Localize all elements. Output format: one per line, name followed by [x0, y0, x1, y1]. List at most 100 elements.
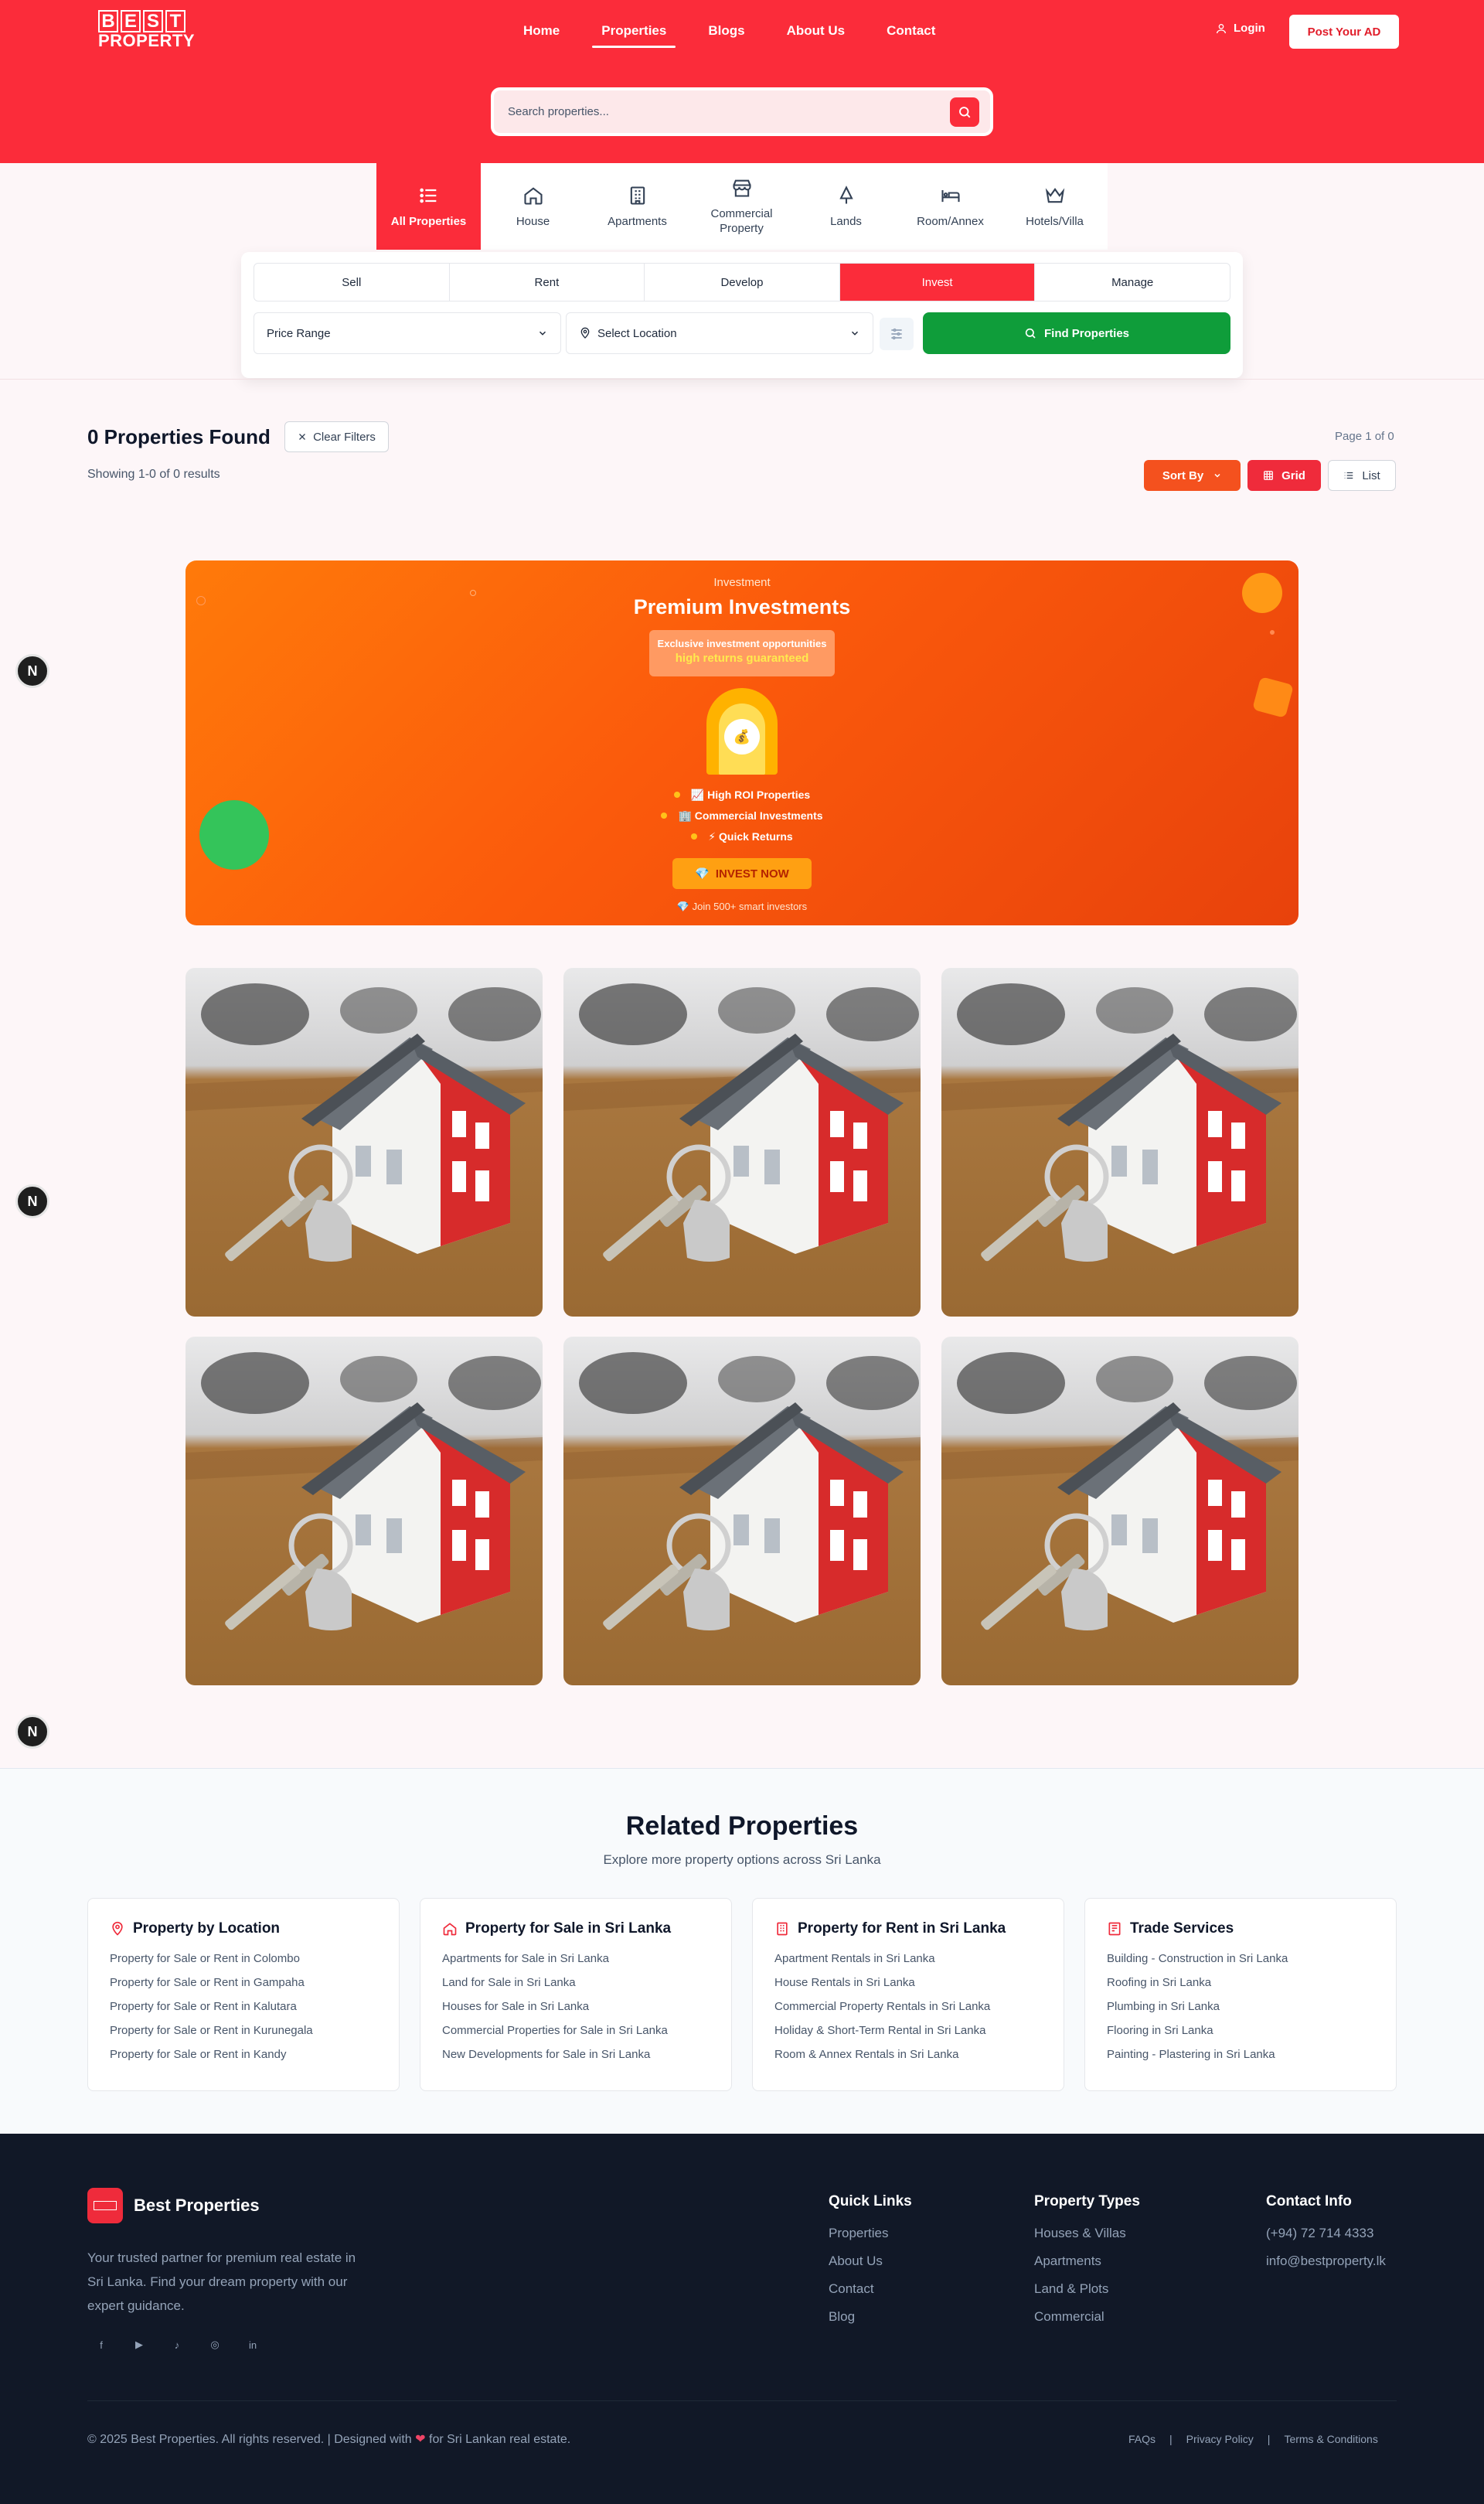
price-range-select[interactable]: Price Range — [254, 312, 561, 354]
related-link[interactable]: Apartments for Sale in Sri Lanka — [442, 1953, 710, 1965]
privacy-policy-link[interactable]: Privacy Policy — [1186, 2433, 1254, 2445]
floating-n-button[interactable]: N — [15, 1715, 49, 1749]
related-link[interactable]: Commercial Properties for Sale in Sri La… — [442, 2025, 710, 2037]
tiktok-icon[interactable]: ♪ — [163, 2331, 191, 2359]
list-view-button[interactable]: List — [1328, 460, 1396, 491]
sort-by-button[interactable]: Sort By — [1144, 460, 1241, 491]
related-link[interactable]: New Developments for Sale in Sri Lanka — [442, 2049, 710, 2061]
category-lands[interactable]: Lands — [794, 163, 898, 250]
search-input[interactable] — [508, 105, 950, 118]
category-label: House — [516, 214, 550, 228]
search-button[interactable] — [950, 97, 979, 127]
intent-develop[interactable]: Develop — [645, 264, 840, 301]
nav-properties[interactable]: Properties — [592, 20, 676, 48]
logo[interactable]: B E S T PROPERTY — [98, 10, 195, 52]
promo-banner[interactable]: Investment Premium Investments Exclusive… — [186, 560, 1298, 925]
related-link[interactable]: Holiday & Short-Term Rental in Sri Lanka — [774, 2025, 1042, 2037]
map-pin-icon — [580, 327, 590, 339]
related-link[interactable]: Apartment Rentals in Sri Lanka — [774, 1953, 1042, 1965]
find-properties-button[interactable]: Find Properties — [923, 312, 1230, 354]
footer-link[interactable]: Apartments — [1034, 2254, 1140, 2269]
related-link[interactable]: Property for Sale or Rent in Kandy — [110, 2049, 377, 2061]
section-divider — [0, 379, 1484, 380]
nav-home[interactable]: Home — [514, 20, 569, 48]
related-link[interactable]: Property for Sale or Rent in Gampaha — [110, 1977, 377, 1989]
terms-link[interactable]: Terms & Conditions — [1284, 2433, 1377, 2445]
footer-logo[interactable]: Best Properties — [87, 2188, 260, 2223]
related-link[interactable]: Plumbing in Sri Lanka — [1107, 2001, 1374, 2013]
related-link[interactable]: Room & Annex Rentals in Sri Lanka — [774, 2049, 1042, 2061]
footer-phone[interactable]: (+94) 72 714 4333 — [1266, 2226, 1386, 2241]
property-card[interactable] — [186, 968, 543, 1317]
floating-n-button[interactable]: N — [15, 654, 49, 688]
related-card-rent: Property for Rent in Sri Lanka Apartment… — [752, 1898, 1064, 2091]
instagram-icon[interactable]: ◎ — [201, 2331, 229, 2359]
facebook-icon[interactable]: f — [87, 2331, 115, 2359]
house-icon — [523, 186, 543, 205]
advanced-filters-button[interactable] — [880, 318, 914, 350]
category-tabs: All Properties House Apartments Commerci… — [376, 163, 1108, 250]
grid-view-button[interactable]: Grid — [1247, 460, 1321, 491]
related-link[interactable]: House Rentals in Sri Lanka — [774, 1977, 1042, 1989]
store-icon — [732, 179, 751, 197]
nav-blogs[interactable]: Blogs — [699, 20, 754, 48]
related-link[interactable]: Commercial Property Rentals in Sri Lanka — [774, 2001, 1042, 2013]
property-card[interactable] — [563, 968, 921, 1317]
category-hotels-villa[interactable]: Hotels/Villa — [1002, 163, 1107, 250]
intent-invest[interactable]: Invest — [839, 264, 1036, 301]
footer-link[interactable]: Commercial — [1034, 2309, 1140, 2325]
property-card[interactable] — [941, 1337, 1298, 1685]
login-link[interactable]: Login — [1215, 22, 1265, 35]
footer-email[interactable]: info@bestproperty.lk — [1266, 2254, 1386, 2269]
footer-link[interactable]: Land & Plots — [1034, 2281, 1140, 2297]
filter-panel: Sell Rent Develop Invest Manage Price Ra… — [241, 252, 1243, 378]
heart-icon: ❤ — [415, 2433, 426, 2446]
footer: Best Properties Your trusted partner for… — [0, 2134, 1484, 2504]
category-all-properties[interactable]: All Properties — [376, 163, 481, 250]
related-link[interactable]: Flooring in Sri Lanka — [1107, 2025, 1374, 2037]
nav-contact[interactable]: Contact — [877, 20, 945, 48]
related-link[interactable]: Property for Sale or Rent in Kurunegala — [110, 2025, 377, 2037]
intent-manage[interactable]: Manage — [1035, 264, 1230, 301]
related-link[interactable]: Painting - Plastering in Sri Lanka — [1107, 2049, 1374, 2061]
footer-link[interactable]: Houses & Villas — [1034, 2226, 1140, 2241]
footer-link[interactable]: About Us — [829, 2254, 912, 2269]
banner-feature: 📈 High ROI Properties — [186, 789, 1298, 802]
floating-n-button[interactable]: N — [15, 1184, 49, 1218]
faqs-link[interactable]: FAQs — [1128, 2433, 1156, 2445]
hammer-icon — [1108, 1922, 1121, 1936]
invest-now-button[interactable]: 💎 INVEST NOW — [672, 858, 812, 889]
property-card[interactable] — [563, 1337, 921, 1685]
main-nav: Home Properties Blogs About Us Contact — [502, 20, 956, 48]
category-apartments[interactable]: Apartments — [585, 163, 689, 250]
category-house[interactable]: House — [481, 163, 585, 250]
category-commercial-property[interactable]: Commercial Property — [689, 163, 794, 250]
related-link[interactable]: Building - Construction in Sri Lanka — [1107, 1953, 1374, 1965]
linkedin-icon[interactable]: in — [239, 2331, 267, 2359]
intent-sell[interactable]: Sell — [254, 264, 450, 301]
property-card[interactable] — [186, 1337, 543, 1685]
related-link[interactable]: Land for Sale in Sri Lanka — [442, 1977, 710, 1989]
property-card[interactable] — [941, 968, 1298, 1317]
footer-link[interactable]: Blog — [829, 2309, 912, 2325]
category-room-annex[interactable]: Room/Annex — [898, 163, 1002, 250]
footer-link[interactable]: Properties — [829, 2226, 912, 2241]
related-link[interactable]: Houses for Sale in Sri Lanka — [442, 2001, 710, 2013]
copyright: © 2025 Best Properties. All rights reser… — [87, 2431, 570, 2447]
category-label: Lands — [830, 214, 862, 228]
location-select[interactable]: Select Location — [566, 312, 873, 354]
youtube-icon[interactable]: ▶ — [125, 2331, 153, 2359]
nav-about-us[interactable]: About Us — [778, 20, 855, 48]
related-card-heading: Property for Sale in Sri Lanka — [442, 1920, 710, 1937]
related-card-heading: Trade Services — [1107, 1920, 1374, 1937]
category-label: All Properties — [390, 214, 467, 228]
post-ad-button[interactable]: Post Your AD — [1289, 15, 1399, 49]
intent-rent[interactable]: Rent — [450, 264, 645, 301]
related-link[interactable]: Property for Sale or Rent in Colombo — [110, 1953, 377, 1965]
footer-link[interactable]: Contact — [829, 2281, 912, 2297]
related-link[interactable]: Property for Sale or Rent in Kalutara — [110, 2001, 377, 2013]
clear-filters-button[interactable]: Clear Filters — [284, 421, 389, 452]
related-link[interactable]: Roofing in Sri Lanka — [1107, 1977, 1374, 1989]
banner-illustration: 💰 — [706, 688, 778, 775]
intent-tabs: Sell Rent Develop Invest Manage — [254, 263, 1230, 302]
